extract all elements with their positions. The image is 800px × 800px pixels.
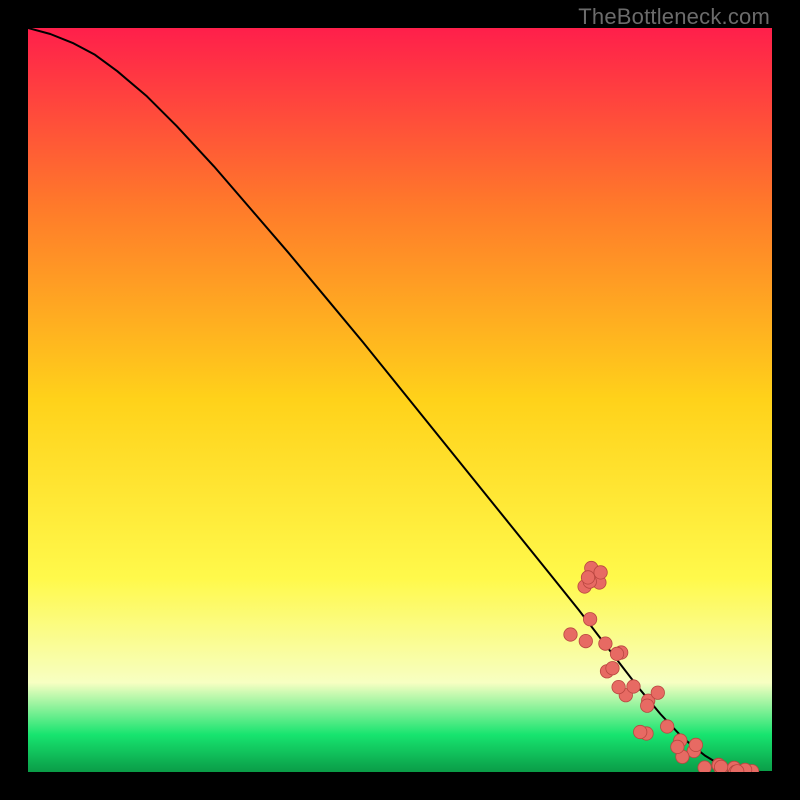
data-dot (606, 662, 619, 675)
watermark-text: TheBottleneck.com (578, 4, 770, 30)
data-dot (579, 634, 592, 647)
data-dot (634, 725, 647, 738)
data-dot (651, 686, 664, 699)
data-dot (564, 628, 577, 641)
data-dot (641, 699, 654, 712)
data-dot (661, 720, 674, 733)
data-dot (612, 680, 625, 693)
gradient-background (28, 28, 772, 772)
data-dot (583, 613, 596, 626)
data-dot (599, 637, 612, 650)
data-dot (698, 761, 711, 772)
chart-canvas (28, 28, 772, 772)
data-dot (610, 647, 623, 660)
chart-frame (28, 28, 772, 772)
data-dot (627, 680, 640, 693)
data-dot (581, 571, 594, 584)
data-dot (671, 740, 684, 753)
data-dot (714, 760, 727, 772)
data-dot (689, 738, 702, 751)
data-dot (594, 566, 607, 579)
